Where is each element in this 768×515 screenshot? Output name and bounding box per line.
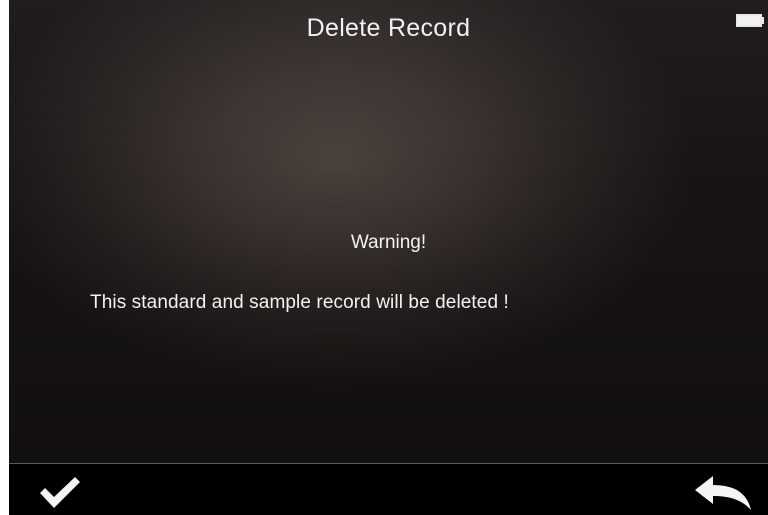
battery-icon — [736, 14, 762, 27]
bottom-toolbar — [9, 464, 768, 515]
warning-text: Warning! — [350, 232, 427, 253]
device-screen: Delete Record Warning! This standard and… — [9, 0, 768, 515]
confirm-button[interactable] — [34, 472, 86, 512]
page-title: Delete Record — [306, 14, 471, 42]
return-arrow-icon — [695, 476, 751, 510]
delete-message: This standard and sample record will be … — [90, 292, 509, 313]
back-button[interactable] — [691, 472, 753, 512]
battery-cap — [761, 17, 764, 24]
checkmark-icon — [40, 477, 80, 508]
main-panel: Delete Record Warning! This standard and… — [9, 0, 768, 463]
